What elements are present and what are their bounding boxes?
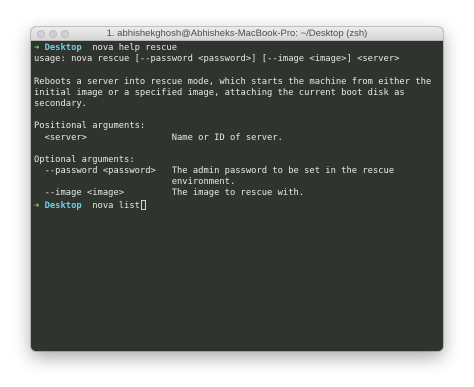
prompt-directory: Desktop: [44, 43, 82, 53]
prompt-directory: Desktop: [44, 200, 82, 211]
prompt-line: ➜ Desktop nova help rescue: [34, 43, 440, 54]
prompt-arrow-icon: ➜: [34, 200, 40, 211]
output-line: --image <image> The image to rescue with…: [34, 188, 305, 199]
output-line: environment.: [34, 177, 236, 188]
command-text: nova help rescue: [92, 43, 178, 53]
output-line: --password <password> The admin password…: [34, 166, 395, 177]
command-input[interactable]: nova list: [92, 201, 140, 211]
text-cursor: [140, 199, 146, 210]
prompt-line[interactable]: ➜ Desktop nova list: [34, 199, 440, 211]
output-line: usage: nova rescue [--password <password…: [34, 54, 400, 65]
output-line: secondary.: [34, 98, 87, 109]
output-line: <server> Name or ID of server.: [34, 132, 283, 143]
terminal-content[interactable]: ➜ Desktop nova help rescue usage: nova r…: [31, 41, 443, 351]
terminal-window: 1. abhishekghosh@Abhisheks-MacBook-Pro: …: [31, 27, 443, 351]
window-title: 1. abhishekghosh@Abhisheks-MacBook-Pro: …: [106, 28, 368, 39]
prompt-arrow-icon: ➜: [34, 43, 40, 53]
output-line: initial image or a specified image, atta…: [34, 87, 405, 98]
output-line: Positional arguments:: [34, 121, 146, 132]
title-bar[interactable]: 1. abhishekghosh@Abhisheks-MacBook-Pro: …: [31, 27, 443, 41]
output-line: Optional arguments:: [34, 154, 135, 165]
output-line: Reboots a server into rescue mode, which…: [34, 76, 432, 87]
